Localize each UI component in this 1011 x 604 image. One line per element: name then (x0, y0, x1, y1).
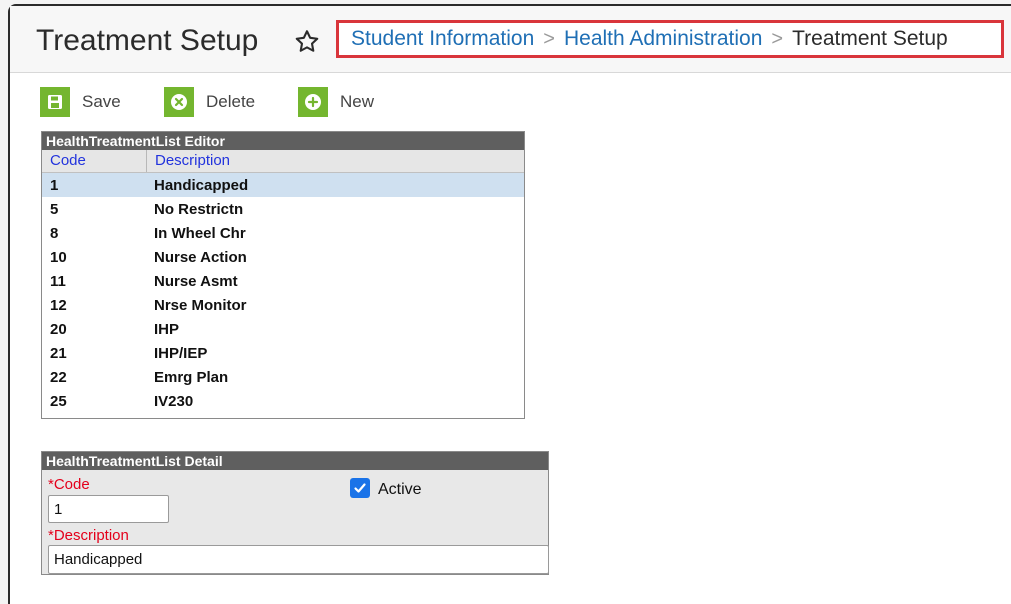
table-row[interactable]: 8 In Wheel Chr (42, 221, 524, 245)
row-description: Nrse Monitor (154, 297, 247, 314)
row-code: 1 (50, 177, 59, 194)
row-description: IHP/IEP (154, 345, 208, 362)
save-button[interactable]: Save (40, 86, 121, 118)
delete-button[interactable]: Delete (164, 86, 255, 118)
row-description: No Restrictn (154, 201, 244, 218)
table-row[interactable]: 11 Nurse Asmt (42, 269, 524, 293)
table-row[interactable]: 25 IV230 (42, 389, 524, 413)
page-header: Treatment Setup Student Information > He… (10, 6, 1011, 73)
table-row[interactable]: 10 Nurse Action (42, 245, 524, 269)
breadcrumb: Student Information > Health Administrat… (336, 20, 1004, 58)
row-code: 10 (50, 249, 67, 266)
plus-icon (298, 87, 328, 117)
breadcrumb-separator-icon: > (543, 27, 555, 50)
row-description: Handicapped (154, 177, 249, 194)
list-rows: 1 Handicapped 5 No Restrictn 8 In Wheel Chr 10… (42, 173, 524, 413)
row-code: 20 (50, 321, 67, 338)
row-code: 12 (50, 297, 67, 314)
row-code: 22 (50, 369, 67, 386)
save-icon (40, 87, 70, 117)
checkmark-icon (354, 483, 366, 493)
new-button[interactable]: New (298, 86, 374, 118)
row-description: Nurse Asmt (154, 273, 238, 290)
breadcrumb-current: Treatment Setup (792, 27, 948, 50)
code-label: *Code (48, 476, 90, 493)
table-row[interactable]: 12 Nrse Monitor (42, 293, 524, 317)
star-icon[interactable] (293, 28, 321, 56)
row-description: IHP (154, 321, 180, 338)
row-code: 8 (50, 225, 59, 242)
active-checkbox[interactable] (350, 478, 370, 498)
column-headers: Code Description (42, 150, 524, 173)
row-description: Emrg Plan (154, 369, 229, 386)
list-editor-title: HealthTreatmentList Editor (42, 132, 524, 150)
row-code: 5 (50, 201, 59, 218)
delete-button-label: Delete (206, 92, 256, 111)
delete-icon (164, 87, 194, 117)
row-code: 11 (50, 273, 66, 290)
new-button-label: New (340, 92, 375, 111)
table-row[interactable]: 1 Handicapped (42, 173, 524, 197)
table-row[interactable]: 22 Emrg Plan (42, 365, 524, 389)
breadcrumb-link-health-administration[interactable]: Health Administration (564, 27, 762, 51)
description-input[interactable] (48, 545, 549, 574)
row-code: 25 (50, 393, 67, 410)
column-header-code[interactable]: Code (50, 152, 86, 169)
save-button-label: Save (82, 92, 121, 111)
detail-panel: HealthTreatmentList Detail *Code Active … (41, 451, 549, 575)
breadcrumb-separator-icon: > (771, 27, 784, 50)
code-input[interactable] (48, 495, 169, 523)
description-label: *Description (48, 527, 129, 544)
row-description: In Wheel Chr (154, 225, 246, 242)
column-header-description[interactable]: Description (146, 150, 230, 172)
row-description: IV230 (154, 393, 194, 410)
row-description: Nurse Action (154, 249, 247, 266)
table-row[interactable]: 20 IHP (42, 317, 524, 341)
page-title: Treatment Setup (36, 24, 259, 57)
detail-title: HealthTreatmentList Detail (42, 452, 548, 470)
breadcrumb-link-student-information[interactable]: Student Information (351, 27, 534, 51)
row-code: 21 (50, 345, 67, 362)
active-label: Active (378, 481, 422, 498)
table-row[interactable]: 21 IHP/IEP (42, 341, 524, 365)
table-row[interactable]: 5 No Restrictn (42, 197, 524, 221)
list-editor-panel: HealthTreatmentList Editor Code Descript… (41, 131, 525, 419)
